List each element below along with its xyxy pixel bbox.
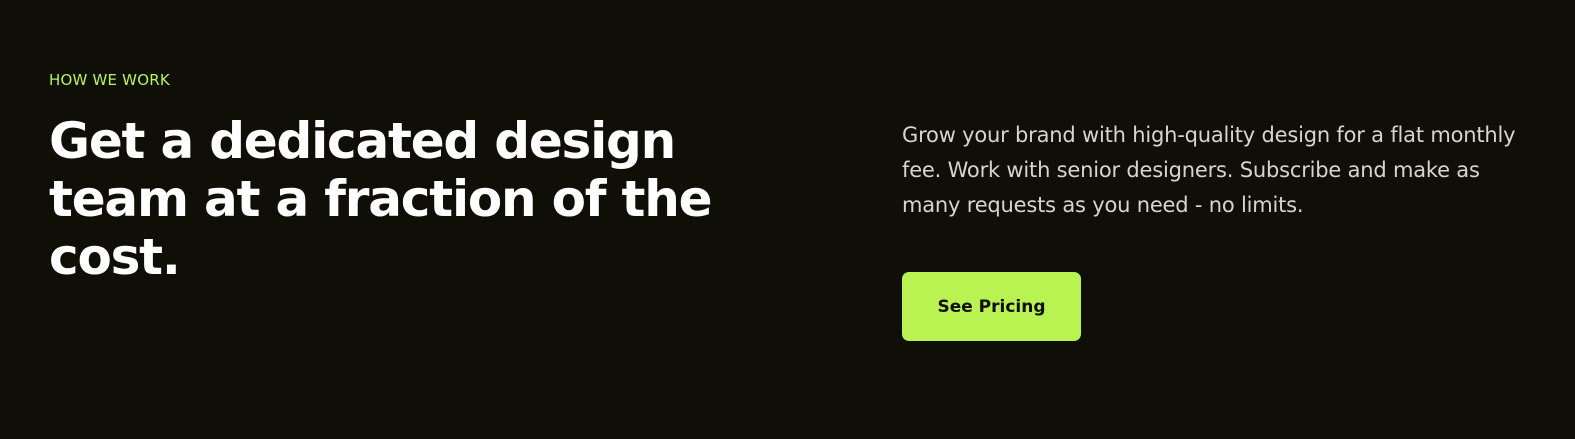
intro-block: HOW WE WORK Get a dedicated design team … [49,70,769,286]
see-pricing-button[interactable]: See Pricing [902,272,1081,341]
section-headline: Get a dedicated design team at a fractio… [49,112,713,286]
how-we-work-section: HOW WE WORK Get a dedicated design team … [0,0,1575,439]
description-block: Grow your brand with high-quality design… [902,118,1542,223]
section-description: Grow your brand with high-quality design… [902,123,1516,217]
section-eyebrow: HOW WE WORK [49,71,170,89]
